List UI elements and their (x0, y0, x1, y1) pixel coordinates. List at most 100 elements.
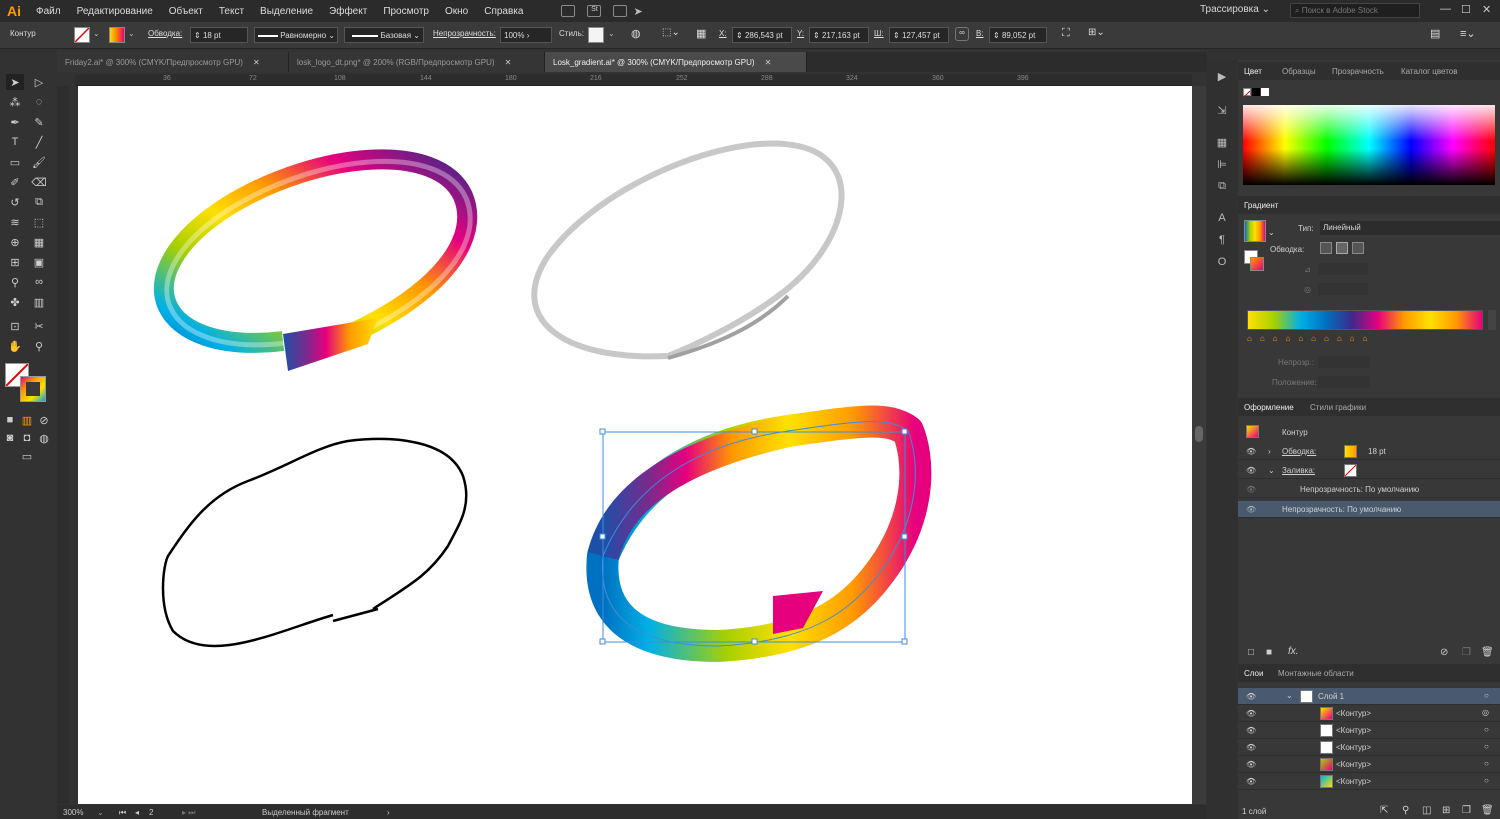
warp-tool-icon[interactable]: ≋ (6, 214, 24, 230)
visibility-eye-icon[interactable]: 👁 (1246, 485, 1256, 494)
target-icon[interactable]: ○ (1484, 691, 1489, 700)
visibility-eye-icon[interactable]: 👁 (1246, 709, 1256, 718)
fill-swatch[interactable] (74, 27, 90, 43)
menu-help[interactable]: Справка (476, 6, 531, 17)
gradient-preview[interactable] (1244, 220, 1266, 242)
gradient-tool-icon[interactable]: ▣ (30, 254, 48, 270)
resize-handle[interactable] (599, 428, 606, 435)
fx-icon[interactable]: fx. (1288, 646, 1299, 657)
collapse-icon[interactable]: ⌄ (1286, 691, 1293, 700)
gradient-mode-icon[interactable]: ▥ (20, 412, 34, 428)
send-icon[interactable]: ➤ (633, 5, 642, 18)
visibility-eye-icon[interactable]: 👁 (1246, 692, 1256, 701)
scale-tool-icon[interactable]: ⧉ (30, 194, 48, 210)
layer-item-row[interactable]: 👁 <Контур> ○ (1238, 739, 1500, 756)
line-tool-icon[interactable]: ╱ (30, 134, 48, 150)
resize-handle[interactable] (751, 428, 758, 435)
color-mode-icon[interactable]: ■ (3, 412, 17, 428)
expand-icon[interactable]: › (1268, 447, 1271, 456)
delete-layer-icon[interactable]: 🗑 (1481, 805, 1494, 816)
arrange-documents-icon[interactable] (613, 5, 628, 17)
isolate-icon[interactable]: ⊞⌄ (1088, 27, 1105, 38)
delete-item-icon[interactable]: 🗑 (1481, 647, 1494, 658)
appearance-fill-opacity-row[interactable]: 👁 Непрозрачность: По умолчанию (1238, 481, 1500, 498)
opacity-label[interactable]: Непрозрачность: (433, 29, 496, 38)
prev-artboard-icon[interactable]: ◂ (135, 808, 139, 817)
none-mode-icon[interactable]: ⊘ (37, 412, 51, 428)
stock-icon[interactable]: St (587, 5, 602, 17)
target-icon[interactable]: ◎ (1482, 708, 1489, 717)
visibility-eye-icon[interactable]: 👁 (1246, 466, 1256, 475)
gradient-panel-title[interactable]: Градиент (1244, 201, 1278, 210)
menu-select[interactable]: Выделение (252, 6, 321, 17)
height-field[interactable]: ⇕ 89,052 pt (989, 27, 1047, 43)
gradient-stroke-swatch[interactable] (1250, 257, 1264, 271)
appearance-stroke-row[interactable]: 👁 › Обводка: 18 pt (1238, 443, 1500, 460)
close-tab-icon[interactable]: ✕ (253, 58, 260, 67)
gradient-slider[interactable] (1247, 310, 1483, 330)
maximize-icon[interactable]: ☐ (1461, 3, 1471, 16)
pathfinder-icon[interactable]: ⧉ (1215, 180, 1229, 194)
resize-handle[interactable] (599, 638, 606, 645)
menu-window[interactable]: Окно (437, 6, 476, 17)
panel-menu-icon[interactable]: ≡⌄ (1460, 27, 1476, 40)
appearance-opacity-row[interactable]: 👁 Непрозрачность: По умолчанию (1238, 501, 1500, 518)
tab-layers[interactable]: Слои (1244, 669, 1263, 678)
x-field[interactable]: ⇕ 286,543 pt (732, 27, 792, 43)
appearance-fill-label[interactable]: Заливка: (1282, 466, 1315, 475)
arrange-panels-icon[interactable]: ▤ (1430, 27, 1440, 40)
stroke-swatch-thumb[interactable] (1344, 445, 1357, 458)
clipping-mask-icon[interactable]: ◫ (1422, 805, 1431, 816)
draw-normal-icon[interactable]: ◙ (3, 430, 17, 446)
black-outline-path[interactable] (161, 437, 468, 648)
actions-icon[interactable]: ▶ (1215, 70, 1229, 84)
item-name[interactable]: <Контур> (1336, 777, 1371, 786)
fill-swatch-thumb[interactable] (1344, 464, 1357, 477)
paragraph-icon[interactable]: ¶ (1215, 234, 1229, 248)
eraser-tool-icon[interactable]: ⌫ (30, 174, 48, 190)
locate-object-icon[interactable]: ⚲ (1402, 805, 1409, 816)
shape-builder-tool-icon[interactable]: ⊕ (6, 234, 24, 250)
black-swatch[interactable] (1252, 88, 1260, 96)
recolor-icon[interactable]: ◍ (631, 27, 641, 40)
visibility-eye-icon[interactable]: 👁 (1246, 726, 1256, 735)
slice-tool-icon[interactable]: ✂ (30, 318, 48, 334)
gradient-preview-dropdown-icon[interactable]: ⌄ (1268, 228, 1275, 237)
resize-handle[interactable] (751, 638, 758, 645)
zoom-tool-icon[interactable]: ⚲ (30, 338, 48, 354)
status-arrow-icon[interactable]: › (387, 808, 390, 817)
symbols-icon[interactable]: ▦ (1215, 136, 1229, 150)
export-icon[interactable]: ⇲ (1215, 104, 1229, 118)
width-field[interactable]: ⇕ 127,457 pt (889, 27, 949, 43)
zoom-dropdown-icon[interactable]: ⌄ (97, 808, 104, 817)
brush-select[interactable]: Базовая ⌄ (344, 27, 424, 43)
tab-color[interactable]: Цвет (1244, 67, 1262, 76)
layer-row[interactable]: 👁 ⌄ Слой 1 ○ (1238, 688, 1500, 705)
pen-tool-icon[interactable]: ✒ (6, 114, 24, 130)
tab-appearance[interactable]: Оформление (1244, 403, 1294, 412)
character-icon[interactable]: A (1215, 212, 1229, 226)
stroke-swatch[interactable] (109, 27, 125, 43)
appearance-fill-row[interactable]: 👁 ⌄ Заливка: (1238, 462, 1500, 479)
workspace-switcher[interactable]: Трассировка ⌄ (1200, 4, 1270, 15)
first-artboard-icon[interactable]: ⏮ (119, 808, 126, 818)
minimize-icon[interactable]: — (1440, 3, 1451, 15)
visibility-eye-icon[interactable]: 👁 (1246, 777, 1256, 786)
opacity-field[interactable]: 100% › (500, 27, 552, 43)
artboard-number[interactable]: 2 (149, 808, 153, 817)
selection-tool-icon[interactable]: ➤ (6, 74, 24, 90)
y-field[interactable]: ⇕ 217,163 pt (809, 27, 869, 43)
tab-losk-logo[interactable]: losk_logo_dt.png* @ 200% (RGB/Предпросмо… (289, 52, 545, 72)
menu-file[interactable]: Файл (28, 6, 69, 17)
tab-swatches[interactable]: Образцы (1282, 67, 1316, 76)
collapse-icon[interactable]: ⌄ (1268, 466, 1275, 475)
menu-edit[interactable]: Редактирование (69, 6, 161, 17)
menu-effect[interactable]: Эффект (321, 6, 375, 17)
item-name[interactable]: <Контур> (1336, 726, 1371, 735)
magic-wand-tool-icon[interactable]: ⁂ (6, 94, 24, 110)
stroke-label[interactable]: Обводка: (148, 29, 182, 38)
menu-view[interactable]: Просмотр (375, 6, 437, 17)
fill-dropdown-icon[interactable]: ⌄ (93, 29, 100, 38)
transform-icon[interactable]: ⛶ (1062, 27, 1070, 40)
gradient-position-field[interactable] (1318, 376, 1370, 388)
